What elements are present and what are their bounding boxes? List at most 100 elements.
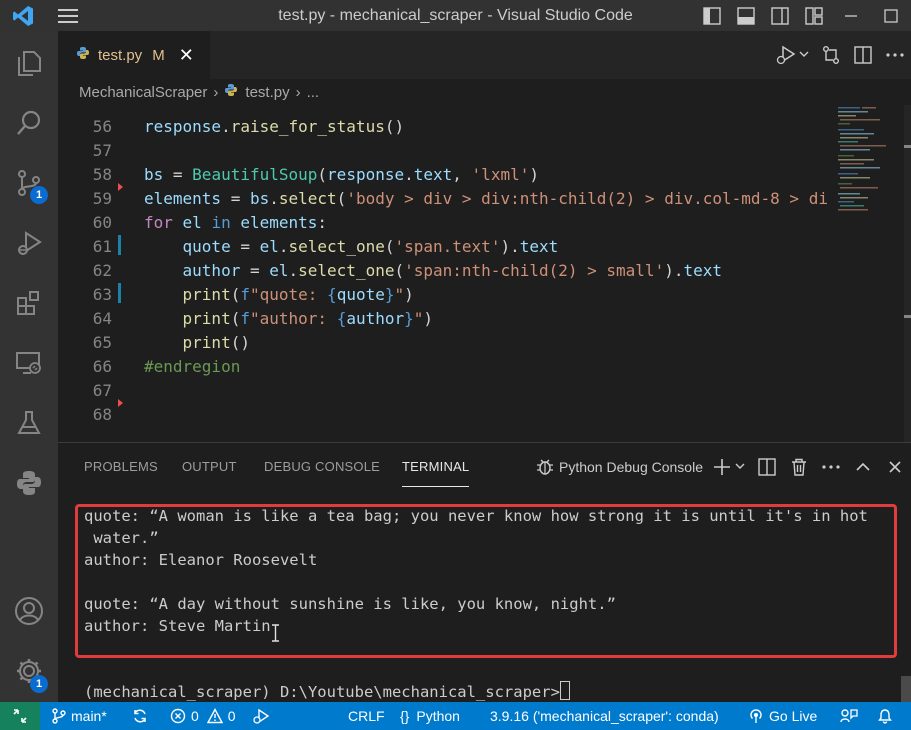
chevron-right-icon: › <box>295 83 301 101</box>
split-editor-icon[interactable] <box>847 31 879 79</box>
toggle-secondary-sidebar-icon[interactable] <box>763 0 797 31</box>
modified-line-marker <box>118 283 121 303</box>
tab-test-py[interactable]: test.py M ✕ <box>58 31 210 79</box>
beaker-icon[interactable] <box>0 395 58 451</box>
tab-problems[interactable]: PROBLEMS <box>84 443 158 491</box>
debug-status-icon[interactable] <box>252 702 275 730</box>
terminal-selector[interactable]: Python Debug Console <box>559 459 703 475</box>
error-count: 0 <box>191 708 199 724</box>
code-line[interactable]: 67 <box>58 379 838 403</box>
terminal-line: author: Steve Martin <box>84 617 271 635</box>
remote-indicator-icon[interactable] <box>0 702 40 730</box>
editor-scrollbar[interactable] <box>904 105 911 442</box>
run-debug-dropdown-icon[interactable] <box>769 31 815 79</box>
terminal-scrollbar[interactable] <box>901 676 911 703</box>
debug-console-icon <box>535 457 555 477</box>
code-editor[interactable]: 56 response.raise_for_status() 57 58 bs = Be… <box>58 105 911 442</box>
remote-explorer-icon[interactable] <box>0 335 58 391</box>
broadcast-icon <box>750 709 762 723</box>
sync-icon[interactable] <box>132 702 153 730</box>
line-number: 62 <box>92 261 112 280</box>
feedback-icon[interactable] <box>840 702 863 730</box>
toggle-primary-sidebar-icon[interactable] <box>695 0 729 31</box>
breadcrumb-folder[interactable]: MechanicalScraper <box>79 84 207 101</box>
language-mode[interactable]: {} Python <box>400 702 460 730</box>
account-icon[interactable] <box>0 583 58 639</box>
hamburger-menu-icon[interactable] <box>46 0 90 31</box>
problems-indicator[interactable]: 0 0 <box>170 702 236 730</box>
terminal-line: quote: “A woman is like a tea bag; you n… <box>84 507 868 525</box>
language-label: Python <box>416 708 460 724</box>
manage-badge: 1 <box>30 675 48 693</box>
search-icon[interactable] <box>0 95 58 151</box>
terminal-output[interactable]: quote: “A woman is like a tea bag; you n… <box>58 491 911 703</box>
more-actions-icon[interactable] <box>879 31 911 79</box>
breadcrumb: MechanicalScraper › test.py › ... <box>58 79 911 105</box>
line-code: bs = BeautifulSoup(response.text, 'lxml'… <box>144 165 539 184</box>
maximize-icon[interactable] <box>871 0 911 31</box>
git-branch-icon <box>52 708 66 724</box>
tab-output[interactable]: OUTPUT <box>182 443 237 491</box>
deleted-line-marker <box>118 399 123 407</box>
eol-indicator[interactable]: CRLF <box>348 702 385 730</box>
extensions-icon[interactable] <box>0 275 58 331</box>
code-line[interactable]: 57 <box>58 139 838 163</box>
code-line[interactable]: 65 print() <box>58 331 838 355</box>
minimize-icon[interactable] <box>831 0 871 31</box>
branch-indicator[interactable]: main* <box>52 702 107 730</box>
code-line[interactable]: 66 #endregion <box>58 355 838 379</box>
line-number: 60 <box>92 213 112 232</box>
terminal-line: water.” <box>84 529 159 547</box>
breadcrumb-more[interactable]: ... <box>307 84 320 101</box>
more-actions-icon[interactable] <box>815 443 847 491</box>
code-line[interactable]: 59 elements = bs.select('body > div > div… <box>58 187 838 211</box>
title-bar: test.py - mechanical_scraper - Visual St… <box>0 0 911 31</box>
line-number: 67 <box>92 381 112 400</box>
code-line[interactable]: 63 print(f"quote: {quote}") <box>58 283 838 307</box>
breadcrumb-file[interactable]: test.py <box>245 84 289 101</box>
line-code: print() <box>182 333 250 352</box>
modified-indicator: M <box>152 46 165 64</box>
deleted-line-marker <box>118 183 123 191</box>
new-terminal-icon[interactable] <box>711 443 751 491</box>
chevron-right-icon: › <box>213 83 219 101</box>
tab-terminal[interactable]: TERMINAL <box>402 447 470 487</box>
tab-debug-console[interactable]: DEBUG CONSOLE <box>264 443 380 491</box>
python-file-icon <box>76 46 90 65</box>
code-line[interactable]: 58 bs = BeautifulSoup(response.text, 'lxm… <box>58 163 838 187</box>
warning-count: 0 <box>227 708 236 724</box>
gear-icon[interactable]: 1 <box>0 643 58 699</box>
maximize-panel-icon[interactable] <box>847 443 879 491</box>
line-code: #endregion <box>144 357 241 376</box>
code-line[interactable]: 68 <box>58 403 838 427</box>
minimap[interactable] <box>834 105 904 442</box>
code-line[interactable]: 60 for el in elements: <box>58 211 838 235</box>
go-live-button[interactable]: Go Live <box>748 702 817 730</box>
line-number: 65 <box>92 333 112 352</box>
code-line[interactable]: 61 quote = el.select_one('span.text').te… <box>58 235 838 259</box>
toggle-panel-icon[interactable] <box>729 0 763 31</box>
split-terminal-icon[interactable] <box>751 443 783 491</box>
line-number: 61 <box>92 237 112 256</box>
terminal-prompt-line: (mechanical_scraper) D:\Youtube\mechanic… <box>84 681 570 703</box>
line-code: author = el.select_one('span:nth-child(2… <box>182 261 722 280</box>
terminal-line: quote: “A day without sunshine is like, … <box>84 595 616 613</box>
code-line[interactable]: 64 print(f"author: {author}") <box>58 307 838 331</box>
branch-name: main* <box>71 708 107 724</box>
run-debug-icon[interactable] <box>0 215 58 271</box>
terminal-cursor <box>559 681 570 700</box>
customize-layout-icon[interactable] <box>797 0 831 31</box>
code-line[interactable]: 56 response.raise_for_status() <box>58 115 838 139</box>
close-panel-icon[interactable] <box>879 443 911 491</box>
files-icon[interactable] <box>0 35 58 91</box>
python-interpreter[interactable]: 3.9.16 ('mechanical_scraper': conda) <box>490 702 719 730</box>
python-file-icon <box>224 83 238 101</box>
close-tab-icon[interactable]: ✕ <box>179 45 194 66</box>
source-control-icon[interactable]: 1 <box>0 155 58 211</box>
trash-icon[interactable] <box>783 443 815 491</box>
python-icon[interactable] <box>0 455 58 511</box>
open-changes-icon[interactable] <box>815 31 847 79</box>
status-bar: main* 0 0 CRLF {} Python 3.9.16 ('mechan… <box>0 702 911 730</box>
bell-icon[interactable] <box>877 702 898 730</box>
code-line[interactable]: 62 author = el.select_one('span:nth-chil… <box>58 259 838 283</box>
